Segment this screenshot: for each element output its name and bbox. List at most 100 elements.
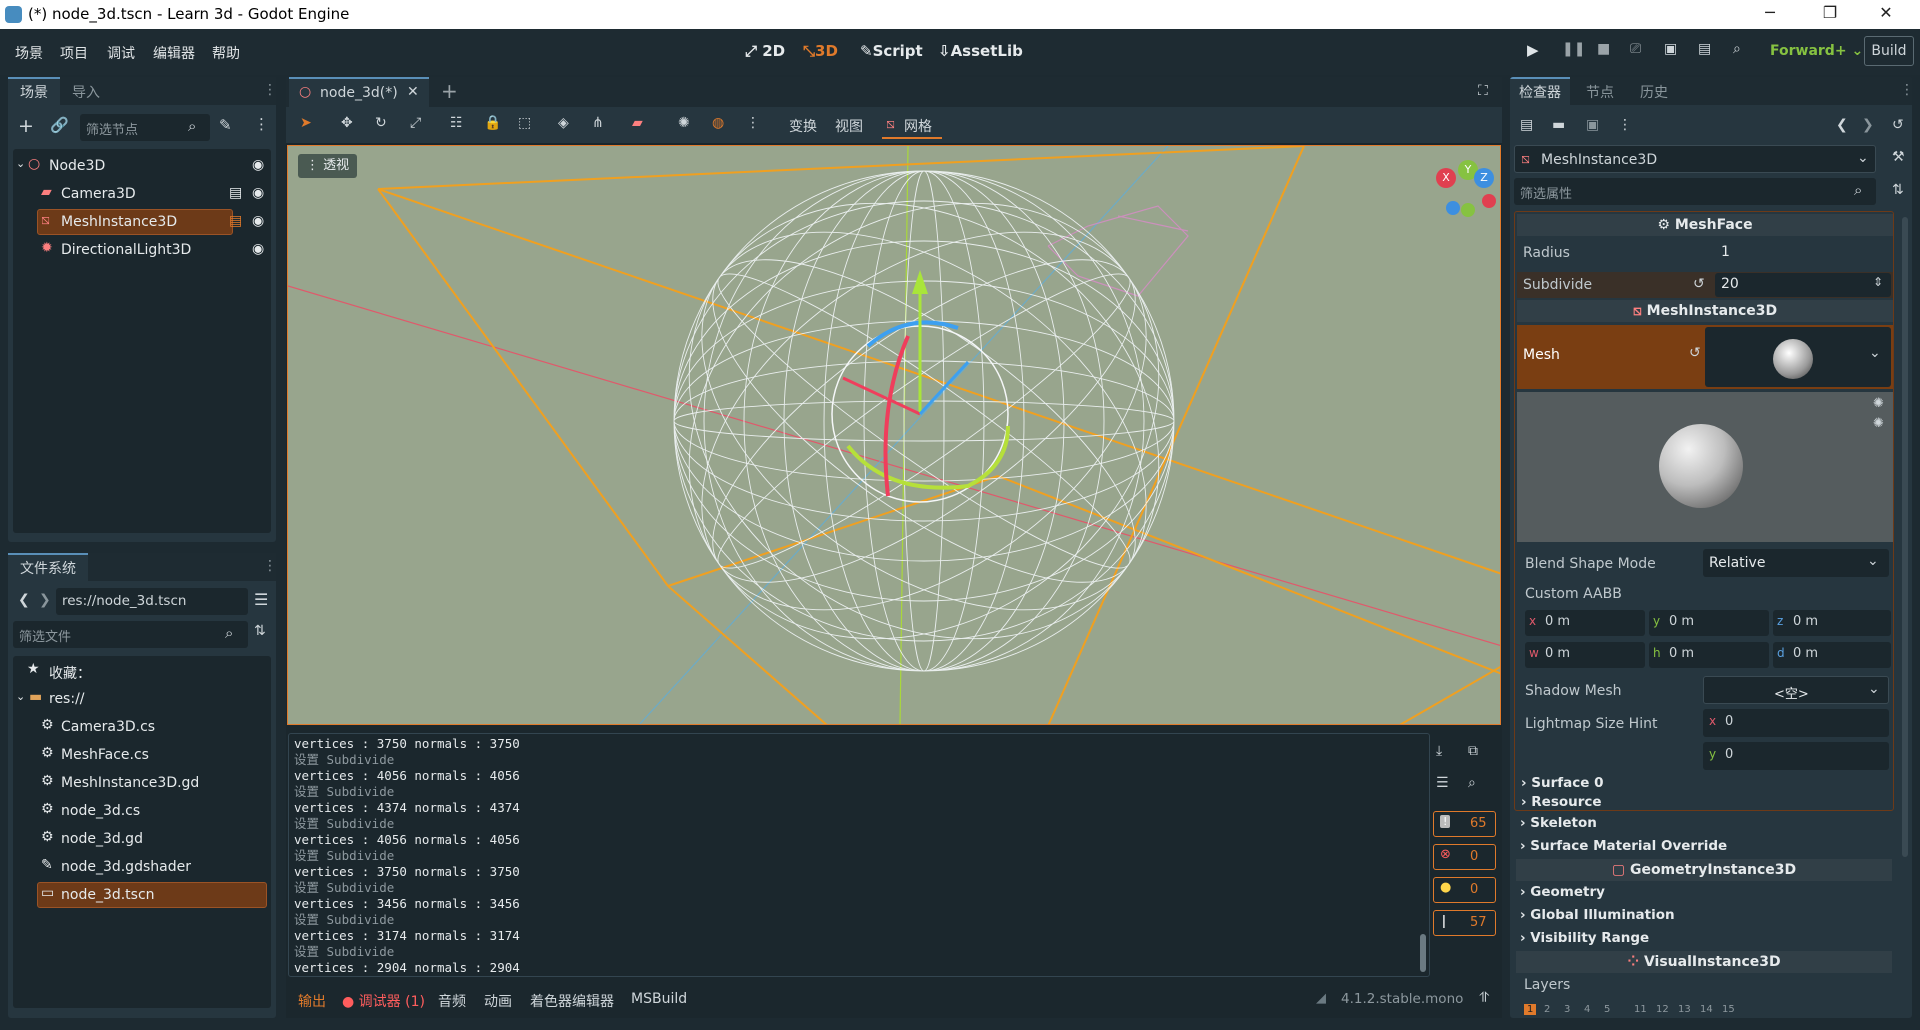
history-back-icon[interactable]: ❮	[1836, 117, 1848, 133]
revert-icon[interactable]: ↺	[1689, 345, 1701, 361]
skeleton-group[interactable]: › Skeleton	[1520, 815, 1597, 831]
expand-panel-icon[interactable]: ⥣	[1479, 990, 1489, 1006]
tree-node-directionallight3d[interactable]: ✹ DirectionalLight3D ◉	[13, 237, 271, 265]
workspace-3d-button[interactable]: ⤡3D	[803, 42, 838, 60]
output-log[interactable]: vertices : 3750 normals : 3750 设置 Subdiv…	[288, 733, 1430, 977]
visibility-eye-icon[interactable]: ◉	[252, 241, 264, 257]
open-folder-icon[interactable]: ▬	[1552, 117, 1565, 133]
menu-project[interactable]: 项目	[60, 43, 88, 63]
stop-icon[interactable]: ■	[1597, 41, 1610, 57]
messages-filter[interactable]: ! 65	[1433, 811, 1496, 837]
info-filter[interactable]: ǀ 57	[1433, 910, 1496, 936]
link-icon[interactable]: 🔗	[50, 116, 69, 134]
lock-icon[interactable]: 🔒	[484, 115, 501, 131]
visibility-eye-icon[interactable]: ◉	[252, 213, 264, 229]
build-button[interactable]: Build	[1864, 36, 1914, 66]
tab-audio[interactable]: 音频	[438, 991, 466, 1011]
more-icon[interactable]: ⋮	[1618, 117, 1632, 133]
light2-toggle-icon[interactable]: ✺	[1873, 416, 1884, 431]
property-filter-input[interactable]: 筛选属性 ⌕	[1514, 178, 1876, 205]
file-row[interactable]: ⚙ MeshInstance3D.gd	[13, 770, 271, 798]
menu-editor[interactable]: 编辑器	[153, 43, 195, 63]
aabb-x-field[interactable]: x 0 m	[1525, 610, 1645, 636]
add-node-icon[interactable]: +	[18, 115, 34, 137]
script-icon[interactable]: ▤	[229, 185, 242, 201]
pause-icon[interactable]: ❚❚	[1562, 41, 1585, 57]
global-illumination-group[interactable]: › Global Illumination	[1520, 907, 1675, 923]
mesh-resource-picker[interactable]: ⌄	[1705, 327, 1891, 387]
aabb-h-field[interactable]: h 0 m	[1649, 642, 1769, 668]
subdivide-field[interactable]: 20 ⇕	[1715, 273, 1891, 297]
object-selector[interactable]: ⧅ MeshInstance3D ⌄	[1514, 145, 1876, 173]
menu-scene[interactable]: 场景	[15, 43, 43, 63]
rotate-tool-icon[interactable]: ↻	[375, 115, 387, 131]
new-resource-icon[interactable]: ▤	[1520, 117, 1533, 133]
layer-15[interactable]: 15	[1722, 1004, 1735, 1015]
layer-12[interactable]: 12	[1656, 1004, 1669, 1015]
view-menu[interactable]: 视图	[835, 116, 863, 136]
search-icon[interactable]: ⌕	[1468, 775, 1476, 791]
gizmo-neg-z[interactable]	[1446, 201, 1460, 215]
layer-2[interactable]: 2	[1544, 1004, 1550, 1015]
path-field[interactable]: res://node_3d.tscn	[56, 588, 248, 615]
tools-icon[interactable]: ⚒	[1892, 149, 1905, 165]
split-view-icon[interactable]: ☰	[254, 590, 268, 609]
layer-4[interactable]: 4	[1584, 1004, 1590, 1015]
file-filter-input[interactable]: 筛选文件 ⌕	[13, 621, 248, 648]
file-row[interactable]: ⚙ MeshFace.cs	[13, 742, 271, 770]
geometry-group[interactable]: › Geometry	[1520, 884, 1605, 900]
tab-inspector[interactable]: 检查器	[1510, 77, 1570, 105]
resource-group[interactable]: › Resource	[1521, 794, 1602, 810]
group-icon[interactable]: ⬚	[518, 115, 531, 131]
transform-menu[interactable]: 变换	[789, 116, 817, 136]
light1-toggle-icon[interactable]: ✺	[1873, 396, 1884, 411]
renderer-select[interactable]: Forward+ ⌄	[1770, 43, 1863, 59]
shadow-mesh-picker[interactable]: <空> ⌄	[1703, 676, 1889, 704]
tab-shader-editor[interactable]: 着色器编辑器	[530, 991, 614, 1011]
aabb-y-field[interactable]: y 0 m	[1649, 610, 1769, 636]
layers-grid[interactable]: 1 2 3 4 5 11 12 13 14 15	[1524, 1004, 1884, 1018]
play-custom-scene-icon[interactable]: ▤	[1698, 41, 1711, 57]
play-icon[interactable]: ▶	[1527, 41, 1539, 59]
blend-shape-select[interactable]: Relative ⌄	[1703, 549, 1889, 577]
3d-viewport[interactable]: ⋮ 透视 X Y Z	[287, 145, 1501, 725]
spinner-icon[interactable]: ⇕	[1873, 275, 1883, 289]
play-scene-icon[interactable]: ▣	[1664, 41, 1677, 57]
snap-icon[interactable]: ⋔	[592, 115, 604, 131]
scene-filter-input[interactable]: 筛选节点 ⌕	[80, 114, 210, 141]
environment-toggle-icon[interactable]: ◍	[712, 115, 724, 131]
scene-tab-node3d[interactable]: ○ node_3d(*) ✕	[289, 77, 429, 107]
camera-preview-icon[interactable]: ▰	[632, 115, 643, 131]
tab-import[interactable]: 导入	[72, 82, 100, 102]
tab-history[interactable]: 历史	[1640, 82, 1668, 102]
scale-tool-icon[interactable]: ⤢	[410, 115, 421, 131]
mesh-menu[interactable]: ⧅ 网格	[882, 111, 942, 139]
sun-toggle-icon[interactable]: ✺	[678, 115, 690, 131]
select-tool-icon[interactable]: ➤	[300, 115, 312, 131]
workspace-2d-button[interactable]: ⤢ 2D	[745, 42, 785, 60]
visibility-range-group[interactable]: › Visibility Range	[1520, 930, 1649, 946]
layer-5[interactable]: 5	[1604, 1004, 1610, 1015]
favorites-row[interactable]: ★ 收藏：	[13, 658, 271, 686]
list-select-icon[interactable]: ☷	[450, 115, 463, 131]
save-icon[interactable]: ▣	[1586, 117, 1599, 133]
scene-menu-icon[interactable]: ⋮	[254, 115, 269, 133]
remote-debug-icon[interactable]: ⎚	[1630, 41, 1641, 57]
inspector-scrollbar[interactable]	[1902, 217, 1908, 857]
radius-field[interactable]: 1	[1715, 240, 1891, 266]
workspace-assetlib-button[interactable]: ⇩AssetLib	[938, 42, 1023, 60]
attach-script-icon[interactable]: ✎	[219, 116, 232, 134]
gizmo-neg-x[interactable]	[1482, 194, 1496, 208]
tab-filesystem[interactable]: 文件系统	[8, 553, 88, 581]
gizmo-x-axis[interactable]: X	[1436, 168, 1456, 188]
workspace-script-button[interactable]: ✎Script	[860, 42, 923, 60]
file-row[interactable]: ⚙ Camera3D.cs	[13, 714, 271, 742]
lightmap-x-field[interactable]: x0	[1703, 709, 1889, 737]
forward-icon[interactable]: ❯	[39, 592, 51, 608]
scroll-lock-icon[interactable]: ⤓	[1436, 743, 1442, 759]
add-tab-icon[interactable]: +	[441, 79, 458, 103]
tab-scene[interactable]: 场景	[8, 77, 60, 105]
clear-icon[interactable]: ☰	[1436, 775, 1449, 791]
distraction-free-icon[interactable]: ⛶	[1478, 83, 1488, 99]
aabb-d-field[interactable]: d 0 m	[1773, 642, 1891, 668]
